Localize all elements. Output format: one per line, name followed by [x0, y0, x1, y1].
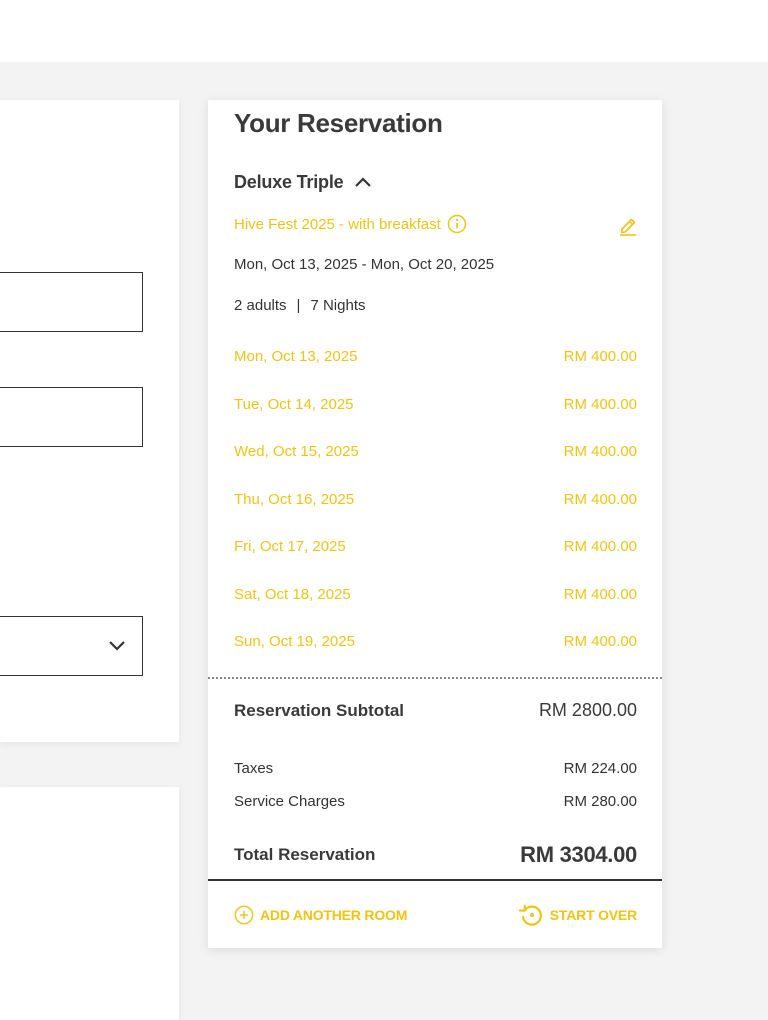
night-price: RM 400.00	[563, 585, 637, 603]
subtotal-row: Reservation Subtotal RM 2800.00	[234, 700, 637, 721]
night-row: Fri, Oct 17, 2025 RM 400.00	[234, 538, 637, 586]
total-value: RM 3304.00	[520, 842, 637, 867]
night-row: Wed, Oct 15, 2025 RM 400.00	[234, 443, 637, 491]
room-name: Deluxe Triple	[234, 171, 344, 192]
info-icon[interactable]	[447, 214, 467, 234]
plus-circle-icon	[234, 905, 254, 925]
nightly-rates: Mon, Oct 13, 2025 RM 400.00 Tue, Oct 14,…	[234, 348, 637, 681]
night-date: Fri, Oct 17, 2025	[234, 538, 346, 555]
stay-dates: Mon, Oct 13, 2025 - Mon, Oct 20, 2025	[234, 256, 495, 273]
night-price: RM 400.00	[563, 538, 637, 555]
separator: |	[296, 297, 301, 314]
total-row: Total Reservation RM 3304.00	[234, 842, 637, 868]
night-price: RM 400.00	[563, 633, 637, 650]
service-charges-label: Service Charges	[234, 793, 345, 810]
pencil-icon[interactable]	[618, 214, 638, 236]
night-row: Thu, Oct 16, 2025 RM 400.00	[234, 491, 637, 539]
restart-icon	[518, 904, 542, 926]
taxes-row: Taxes RM 224.00	[234, 760, 637, 777]
add-another-room-button[interactable]: ADD ANOTHER ROOM	[234, 905, 407, 925]
chevron-down-icon	[109, 641, 125, 651]
adults-count: 2 adults	[234, 297, 287, 314]
dotted-divider	[208, 677, 662, 679]
room-toggle[interactable]: Deluxe Triple	[234, 170, 373, 194]
night-price: RM 400.00	[563, 348, 637, 365]
rate-plan-name: Hive Fest 2025 - with breakfast	[234, 215, 441, 233]
night-date: Thu, Oct 16, 2025	[234, 490, 355, 508]
start-over-label: START OVER	[549, 907, 637, 923]
night-date: Wed, Oct 15, 2025	[234, 443, 359, 460]
chevron-up-icon	[355, 177, 372, 187]
reservation-title: Your Reservation	[234, 108, 443, 138]
subtotal-value: RM 2800.00	[538, 700, 637, 720]
start-over-button[interactable]: START OVER	[518, 903, 637, 927]
solid-divider	[208, 879, 662, 881]
guest-details-card	[0, 100, 179, 742]
service-charges-value: RM 280.00	[563, 793, 637, 810]
add-another-room-label: ADD ANOTHER ROOM	[260, 907, 408, 923]
night-row: Sat, Oct 18, 2025 RM 400.00	[234, 586, 637, 634]
service-charges-row: Service Charges RM 280.00	[234, 793, 637, 810]
night-price: RM 400.00	[563, 395, 637, 413]
text-input-field[interactable]	[0, 387, 143, 447]
night-date: Tue, Oct 14, 2025	[234, 395, 354, 413]
select-field[interactable]	[0, 616, 143, 676]
night-date: Sat, Oct 18, 2025	[234, 585, 351, 603]
night-price: RM 400.00	[563, 490, 637, 508]
night-row: Tue, Oct 14, 2025 RM 400.00	[234, 396, 637, 444]
top-bar	[0, 0, 768, 62]
rate-plan: Hive Fest 2025 - with breakfast	[234, 212, 467, 236]
taxes-label: Taxes	[234, 760, 274, 777]
subtotal-label: Reservation Subtotal	[234, 700, 405, 720]
night-row: Mon, Oct 13, 2025 RM 400.00	[234, 348, 637, 396]
nights-count: 7 Nights	[310, 297, 366, 314]
secondary-card	[0, 787, 179, 1020]
taxes-value: RM 224.00	[563, 760, 637, 777]
night-date: Mon, Oct 13, 2025	[234, 348, 358, 365]
night-price: RM 400.00	[563, 443, 637, 460]
reservation-summary-card: Your Reservation Deluxe Triple Hive Fest…	[208, 100, 662, 948]
total-label: Total Reservation	[234, 845, 376, 864]
night-date: Sun, Oct 19, 2025	[234, 633, 355, 650]
night-row: Sun, Oct 19, 2025 RM 400.00	[234, 633, 637, 681]
text-input-field[interactable]	[0, 272, 143, 332]
guest-summary: 2 adults | 7 Nights	[234, 297, 365, 314]
reservation-actions: ADD ANOTHER ROOM START OVER	[234, 903, 637, 927]
